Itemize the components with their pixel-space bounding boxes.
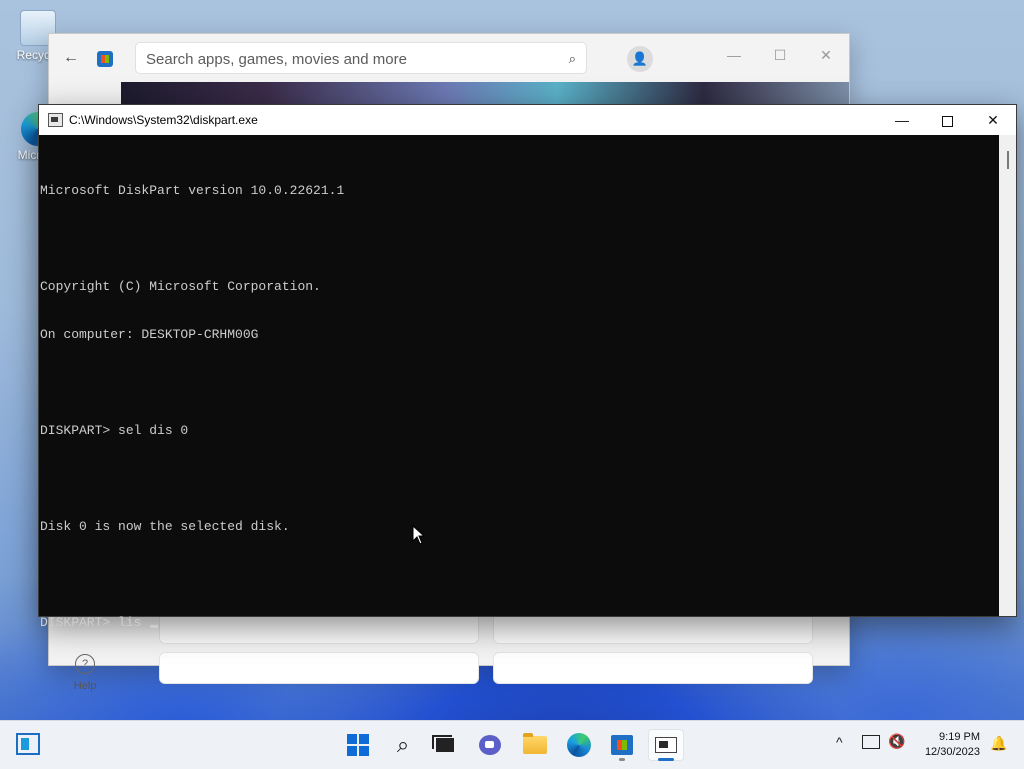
console-close-button[interactable]: ✕ <box>970 105 1016 135</box>
taskbar-search-button[interactable]: ⌕ <box>385 729 421 761</box>
store-maximize-button[interactable]: ☐ <box>757 40 803 70</box>
console-input-line[interactable]: DISKPART> lis <box>40 615 999 631</box>
taskbar-task-view-button[interactable] <box>427 729 463 761</box>
running-indicator <box>619 758 625 761</box>
clock[interactable]: 9:19 PM 12/30/2023 <box>920 730 980 760</box>
taskbar-start-button[interactable] <box>340 729 376 761</box>
diskpart-console-window[interactable]: C:\Windows\System32\diskpart.exe — ✕ Mic… <box>38 104 1017 630</box>
volume-muted-icon[interactable]: 🔇 <box>888 733 905 750</box>
active-indicator <box>658 758 674 761</box>
maximize-icon <box>941 115 953 127</box>
search-placeholder: Search apps, games, movies and more <box>146 51 407 68</box>
tray-overflow-chevron-icon[interactable]: ^ <box>836 734 843 750</box>
user-icon[interactable]: 👤 <box>627 46 653 72</box>
console-line: Copyright (C) Microsoft Corporation. <box>40 279 321 294</box>
notification-icon[interactable]: 🔔 <box>990 735 1007 752</box>
clock-date: 12/30/2023 <box>924 746 980 758</box>
console-output[interactable]: Microsoft DiskPart version 10.0.22621.1 … <box>39 135 999 630</box>
console-line: Disk 0 is now the selected disk. <box>40 519 290 534</box>
console-title-bar[interactable]: C:\Windows\System32\diskpart.exe — ✕ <box>39 105 1016 135</box>
edge-icon <box>567 733 591 757</box>
store-search-input[interactable]: Search apps, games, movies and more ⌕ <box>135 42 587 74</box>
task-view-icon <box>432 735 454 752</box>
console-icon <box>655 737 677 753</box>
folder-icon <box>523 733 547 754</box>
back-arrow-icon[interactable]: ← <box>63 49 79 67</box>
console-line: DISKPART> sel dis 0 <box>40 423 189 438</box>
store-title-bar: ← Search apps, games, movies and more ⌕ … <box>49 34 849 84</box>
console-line: Microsoft DiskPart version 10.0.22621.1 <box>40 183 345 198</box>
windows-start-icon <box>347 734 369 756</box>
text-cursor <box>150 625 159 628</box>
taskbar-file-explorer-button[interactable] <box>517 729 553 761</box>
console-line: On computer: DESKTOP-CRHM00G <box>40 327 259 342</box>
scrollbar-thumb[interactable] <box>1007 151 1009 169</box>
store-icon <box>97 51 113 67</box>
console-prompt-text: DISKPART> lis <box>40 615 150 630</box>
taskbar-edge-button[interactable] <box>561 729 597 761</box>
taskbar-chat-button[interactable] <box>472 729 508 761</box>
store-nav-help-label: Help <box>73 680 97 692</box>
taskbar-command-prompt-button[interactable] <box>648 729 684 761</box>
console-maximize-button[interactable] <box>924 105 970 135</box>
search-icon: ⌕ <box>396 732 410 757</box>
clock-time: 9:19 PM <box>939 731 980 743</box>
search-icon[interactable]: ⌕ <box>569 51 576 67</box>
console-icon <box>48 113 63 127</box>
taskbar-store-button[interactable] <box>604 729 640 761</box>
store-icon <box>611 735 633 755</box>
console-minimize-button[interactable]: — <box>879 105 925 135</box>
teams-chat-icon <box>479 735 501 755</box>
store-close-button[interactable]: ✕ <box>803 40 849 70</box>
console-title: C:\Windows\System32\diskpart.exe <box>69 113 258 127</box>
widgets-icon[interactable] <box>16 733 40 755</box>
network-icon[interactable] <box>862 735 880 749</box>
store-minimize-button[interactable]: — <box>711 40 757 70</box>
console-scrollbar[interactable] <box>999 135 1016 616</box>
